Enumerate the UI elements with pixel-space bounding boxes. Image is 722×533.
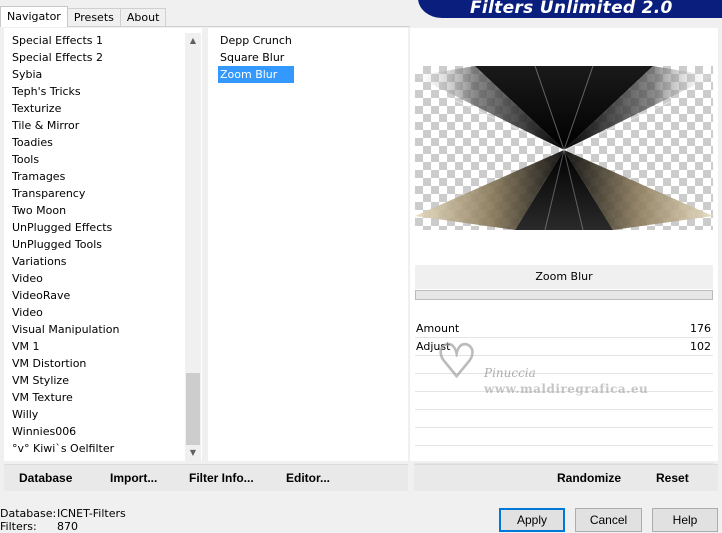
scroll-down-arrow-icon[interactable]: ▼ xyxy=(185,445,201,461)
right-action-bar: Randomize Reset xyxy=(414,464,718,491)
filter-item-zoom-blur[interactable]: Zoom Blur xyxy=(218,66,294,83)
category-item[interactable]: °v° Kiwi`s Oelfilter xyxy=(12,440,119,457)
filters-count: 870 xyxy=(57,520,78,533)
left-action-bar: Database Import... Filter Info... Editor… xyxy=(4,464,408,491)
category-item[interactable]: Two Moon xyxy=(12,202,119,219)
category-item[interactable]: UnPlugged Tools xyxy=(12,236,119,253)
category-item[interactable]: VM 1 xyxy=(12,338,119,355)
zoom-blur-preview-graphic xyxy=(415,66,713,230)
param-value: 102 xyxy=(690,340,711,353)
scroll-thumb[interactable] xyxy=(186,373,200,445)
filter-info-button[interactable]: Filter Info... xyxy=(189,471,254,485)
category-item[interactable]: Willy xyxy=(12,406,119,423)
category-item[interactable]: VM Stylize xyxy=(12,372,119,389)
preview-image xyxy=(415,66,713,230)
tab-strip: Navigator Presets About xyxy=(0,6,167,27)
category-scrollbar[interactable]: ▲ ▼ xyxy=(185,33,201,461)
scroll-up-arrow-icon[interactable]: ▲ xyxy=(185,33,201,49)
filter-item-square-blur[interactable]: Square Blur xyxy=(218,49,294,66)
selected-filter-name: Zoom Blur xyxy=(415,265,713,289)
filter-item-depp-crunch[interactable]: Depp Crunch xyxy=(218,32,294,49)
status-area: Database: ICNET-Filters Filters: 870 xyxy=(0,507,126,533)
category-item[interactable]: Video xyxy=(12,270,119,287)
category-item[interactable]: Sybia xyxy=(12,66,119,83)
filter-list: Depp Crunch Square Blur Zoom Blur xyxy=(218,32,294,83)
category-item[interactable]: Texturize xyxy=(12,100,119,117)
category-item[interactable]: Video xyxy=(12,304,119,321)
database-value: ICNET-Filters xyxy=(57,507,126,520)
category-item[interactable]: Variations xyxy=(12,253,119,270)
category-item[interactable]: Teph's Tricks xyxy=(12,83,119,100)
database-label: Database: xyxy=(0,507,57,520)
watermark-url: www.maldiregrafica.eu xyxy=(484,382,649,396)
heart-icon: ♡ xyxy=(435,334,478,388)
category-item[interactable]: Toadies xyxy=(12,134,119,151)
category-item[interactable]: Special Effects 1 xyxy=(12,32,119,49)
category-item[interactable]: UnPlugged Effects xyxy=(12,219,119,236)
category-list-panel: Special Effects 1 Special Effects 2 Sybi… xyxy=(4,28,202,461)
param-row-empty xyxy=(415,410,713,428)
category-list: Special Effects 1 Special Effects 2 Sybi… xyxy=(12,32,119,457)
tab-presets[interactable]: Presets xyxy=(66,8,121,27)
reset-button[interactable]: Reset xyxy=(656,471,689,485)
tab-about[interactable]: About xyxy=(119,8,167,27)
apply-button[interactable]: Apply xyxy=(499,508,565,532)
category-item[interactable]: Tramages xyxy=(12,168,119,185)
category-item[interactable]: Transparency xyxy=(12,185,119,202)
category-item[interactable]: VideoRave xyxy=(12,287,119,304)
help-button[interactable]: Help xyxy=(652,508,718,532)
randomize-button[interactable]: Randomize xyxy=(557,471,621,485)
category-item[interactable]: Tools xyxy=(12,151,119,168)
progress-bar xyxy=(415,290,713,300)
category-item[interactable]: Tile & Mirror xyxy=(12,117,119,134)
tab-navigator[interactable]: Navigator xyxy=(0,6,68,27)
editor-button[interactable]: Editor... xyxy=(286,471,330,485)
database-button[interactable]: Database xyxy=(19,471,72,485)
cancel-button[interactable]: Cancel xyxy=(575,508,642,532)
param-row-empty xyxy=(415,428,713,446)
category-item[interactable]: VM Texture xyxy=(12,389,119,406)
category-item[interactable]: VM Distortion xyxy=(12,355,119,372)
app-title: Filters Unlimited 2.0 xyxy=(470,0,673,18)
param-value: 176 xyxy=(690,322,711,335)
import-button[interactable]: Import... xyxy=(110,471,157,485)
category-item[interactable]: Winnies006 xyxy=(12,423,119,440)
category-item[interactable]: Visual Manipulation xyxy=(12,321,119,338)
filter-list-panel: Depp Crunch Square Blur Zoom Blur xyxy=(208,28,408,461)
filters-label: Filters: xyxy=(0,520,37,533)
category-item[interactable]: Special Effects 2 xyxy=(12,49,119,66)
param-row-empty xyxy=(415,446,713,464)
watermark-name: Pinuccia xyxy=(484,366,536,380)
